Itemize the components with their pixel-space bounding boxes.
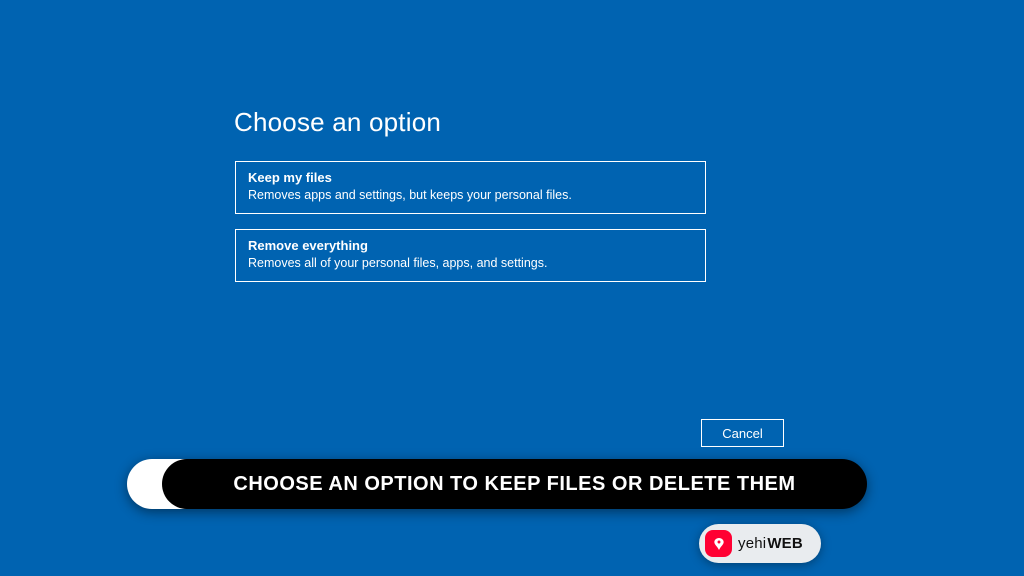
option-desc: Removes apps and settings, but keeps you…	[248, 187, 693, 205]
caption-overlay: CHOOSE AN OPTION TO KEEP FILES OR DELETE…	[127, 459, 867, 509]
badge-prefix: yehi	[738, 535, 766, 552]
option-remove-everything[interactable]: Remove everything Removes all of your pe…	[235, 229, 706, 282]
caption-bar: CHOOSE AN OPTION TO KEEP FILES OR DELETE…	[162, 459, 867, 509]
caption-rest: TO KEEP FILES OR DELETE THEM	[450, 473, 796, 496]
badge-logo-icon	[705, 530, 732, 557]
cancel-button[interactable]: Cancel	[701, 419, 784, 447]
option-keep-my-files[interactable]: Keep my files Removes apps and settings,…	[235, 161, 706, 214]
badge-text: yehiWEB	[738, 535, 803, 552]
caption-bold: CHOOSE AN OPTION	[233, 473, 444, 496]
page-title: Choose an option	[234, 107, 441, 138]
option-desc: Removes all of your personal files, apps…	[248, 255, 693, 273]
watermark-badge: yehiWEB	[699, 524, 821, 563]
option-title: Remove everything	[248, 237, 693, 255]
badge-suffix: WEB	[767, 535, 803, 552]
option-title: Keep my files	[248, 169, 693, 187]
cancel-label: Cancel	[722, 426, 762, 441]
